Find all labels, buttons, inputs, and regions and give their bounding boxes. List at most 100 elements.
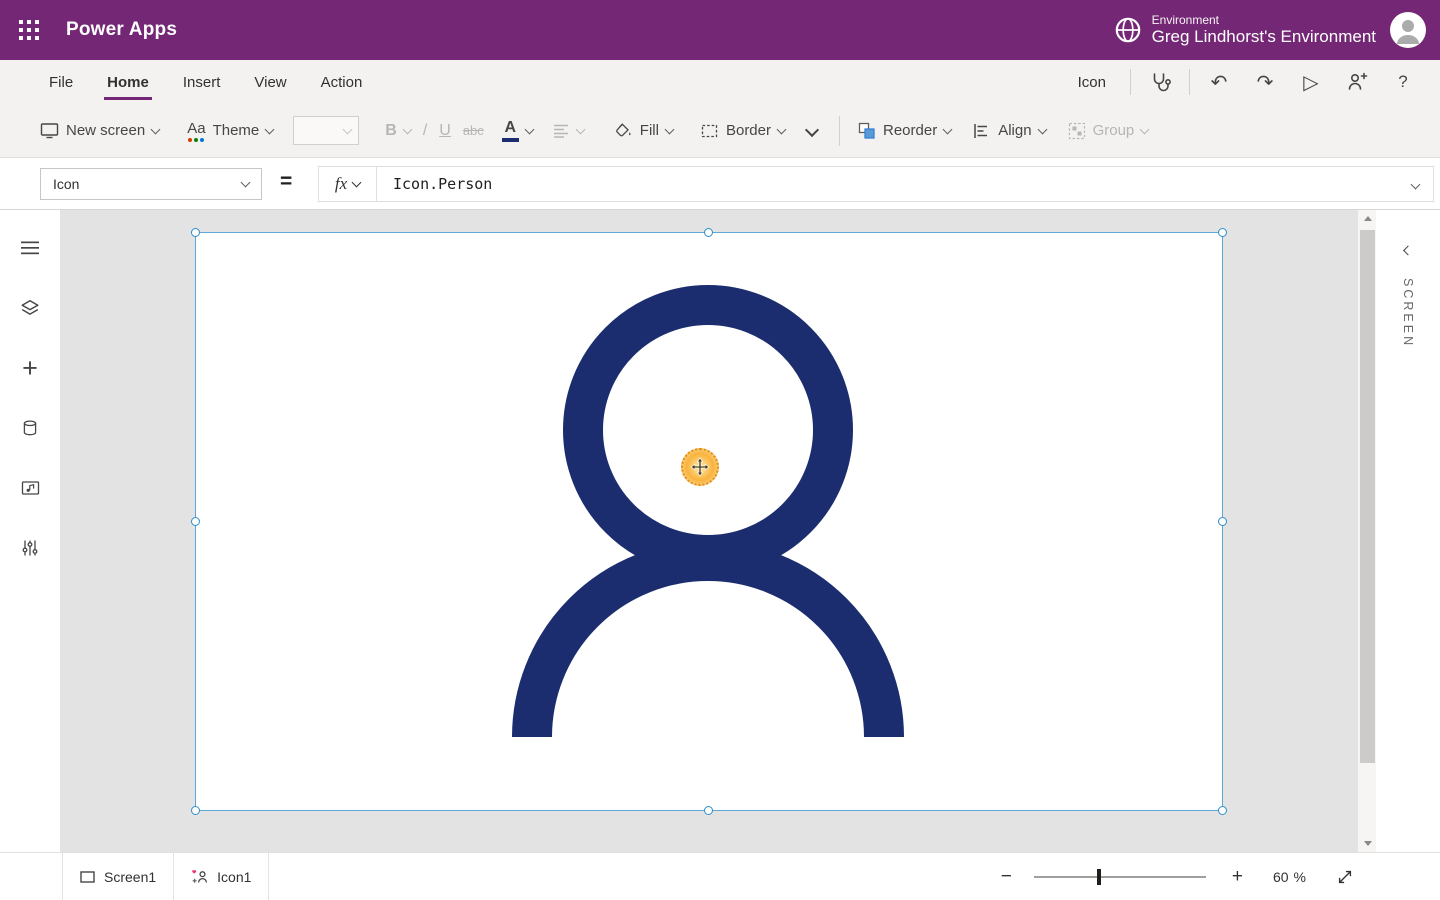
- zoom-controls: − + 60 %: [993, 853, 1440, 900]
- border-button[interactable]: Border: [695, 116, 791, 145]
- plus-icon: +: [1232, 866, 1243, 887]
- app-checker-button[interactable]: [1137, 60, 1183, 104]
- more-formatting-button[interactable]: [797, 119, 827, 142]
- strikethrough-label: abc: [463, 123, 484, 138]
- paint-bucket-icon: [614, 122, 633, 139]
- menubar-right: Icon ↶ ↷ ▷: [1078, 60, 1440, 104]
- chevron-down-icon: [1140, 124, 1150, 134]
- menu-item-view[interactable]: View: [237, 60, 303, 104]
- fit-to-window-button[interactable]: [1336, 868, 1354, 886]
- screen-tab-label: Screen1: [104, 869, 156, 885]
- fx-label: fx: [335, 174, 347, 194]
- workspace: +: [0, 210, 1440, 852]
- redo-icon: ↷: [1257, 70, 1274, 95]
- environment-name: Greg Lindhorst's Environment: [1152, 27, 1376, 47]
- italic-button[interactable]: /: [417, 116, 433, 146]
- theme-button[interactable]: Aa Theme: [181, 114, 279, 148]
- chevron-down-icon: [265, 124, 275, 134]
- menu-item-insert[interactable]: Insert: [166, 60, 238, 104]
- app-screen-canvas[interactable]: [196, 233, 1222, 810]
- strikethrough-button[interactable]: abc: [457, 117, 490, 144]
- data-sources-button[interactable]: [8, 406, 52, 450]
- share-button[interactable]: [1334, 60, 1380, 104]
- vertical-scrollbar[interactable]: [1357, 210, 1376, 852]
- chevron-down-icon: [402, 124, 412, 134]
- insert-button[interactable]: +: [8, 346, 52, 390]
- resize-handle-n[interactable]: [704, 228, 713, 237]
- equals-sign: =: [280, 170, 292, 194]
- resize-handle-sw[interactable]: [191, 806, 200, 815]
- hamburger-icon: [21, 241, 39, 255]
- advanced-tools-button[interactable]: [8, 526, 52, 570]
- chevron-down-icon: [343, 124, 353, 134]
- share-person-icon: [1345, 70, 1369, 94]
- scroll-down-button[interactable]: [1358, 835, 1377, 852]
- font-size-select[interactable]: [293, 116, 359, 145]
- right-panel-title: SCREEN: [1401, 278, 1415, 348]
- resize-handle-e[interactable]: [1218, 517, 1227, 526]
- screen-thumb-icon: [80, 871, 95, 883]
- underline-button[interactable]: U: [433, 116, 457, 146]
- fx-button[interactable]: fx: [319, 167, 377, 201]
- formula-text[interactable]: Icon.Person: [377, 175, 492, 193]
- align-label: Align: [998, 122, 1031, 139]
- sliders-icon: [21, 539, 39, 557]
- icon-control-glyph: [191, 868, 208, 885]
- scrollbar-thumb[interactable]: [1360, 230, 1375, 763]
- formula-input[interactable]: fx Icon.Person: [318, 166, 1434, 202]
- help-button[interactable]: ?: [1380, 60, 1426, 104]
- align-button[interactable]: Align: [967, 116, 1051, 145]
- media-button[interactable]: [8, 466, 52, 510]
- tree-view-button[interactable]: [8, 286, 52, 330]
- text-align-button[interactable]: [547, 117, 590, 144]
- header-right: Environment Greg Lindhorst's Environment: [1114, 12, 1440, 48]
- redo-button[interactable]: ↷: [1242, 60, 1288, 104]
- scroll-up-button[interactable]: [1358, 210, 1377, 227]
- font-color-button[interactable]: A: [496, 114, 539, 148]
- reorder-button[interactable]: Reorder: [852, 116, 957, 146]
- formula-expand-button[interactable]: [1412, 175, 1433, 193]
- tab-icon1[interactable]: Icon1: [174, 853, 269, 900]
- panel-expand-button[interactable]: [1399, 236, 1418, 263]
- group-button[interactable]: Group: [1062, 116, 1155, 146]
- environment-picker[interactable]: Environment Greg Lindhorst's Environment: [1114, 13, 1376, 47]
- reorder-label: Reorder: [883, 122, 937, 139]
- tab-screen1[interactable]: Screen1: [62, 853, 174, 900]
- resize-handle-w[interactable]: [191, 517, 200, 526]
- group-icon: [1068, 122, 1086, 140]
- property-select[interactable]: Icon: [40, 168, 262, 200]
- divider: [839, 116, 840, 146]
- bold-button[interactable]: B: [379, 116, 417, 146]
- undo-button[interactable]: ↶: [1196, 60, 1242, 104]
- chevron-down-icon: [352, 178, 362, 188]
- zoom-in-button[interactable]: +: [1224, 862, 1251, 892]
- menu-item-home[interactable]: Home: [90, 60, 166, 104]
- resize-handle-ne[interactable]: [1218, 228, 1227, 237]
- avatar[interactable]: [1390, 12, 1426, 48]
- zoom-out-button[interactable]: −: [993, 862, 1020, 892]
- menu-item-action[interactable]: Action: [304, 60, 380, 104]
- resize-handle-s[interactable]: [704, 806, 713, 815]
- resize-handle-nw[interactable]: [191, 228, 200, 237]
- chevron-down-icon: [1411, 180, 1421, 190]
- fill-button[interactable]: Fill: [608, 116, 679, 145]
- zoom-slider-thumb[interactable]: [1097, 869, 1101, 885]
- database-icon: [21, 419, 39, 437]
- menu-item-file[interactable]: File: [32, 60, 90, 104]
- align-icon: [973, 123, 991, 139]
- collapse-rail-button[interactable]: [8, 226, 52, 270]
- left-rail: +: [0, 210, 60, 852]
- help-icon: ?: [1398, 72, 1407, 92]
- canvas-region[interactable]: [60, 210, 1357, 852]
- resize-handle-se[interactable]: [1218, 806, 1227, 815]
- new-screen-button[interactable]: New screen: [34, 116, 165, 145]
- chevron-down-icon: [575, 124, 585, 134]
- fill-label: Fill: [640, 122, 659, 139]
- zoom-slider[interactable]: [1034, 867, 1206, 887]
- app-launcher-button[interactable]: [0, 0, 58, 60]
- zoom-value: 60: [1273, 869, 1289, 885]
- icon-tab-label: Icon1: [217, 869, 251, 885]
- preview-play-button[interactable]: ▷: [1288, 60, 1334, 104]
- divider: [1189, 69, 1190, 95]
- person-icon-control[interactable]: [196, 233, 1222, 810]
